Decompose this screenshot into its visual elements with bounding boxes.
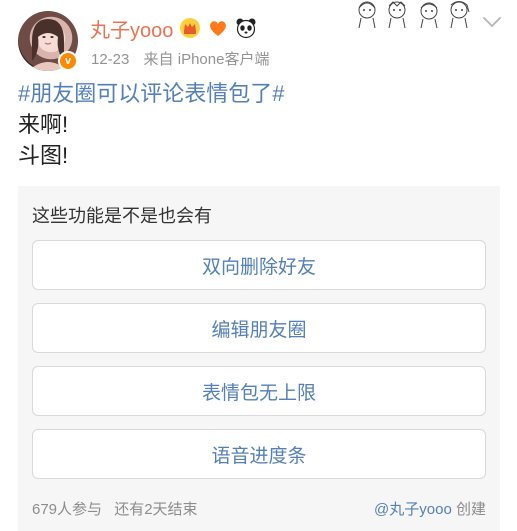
- user-line: 丸子yooo: [90, 14, 257, 42]
- post-line-2: 斗图!: [18, 143, 69, 168]
- poll-card: 这些功能是不是也会有 双向删除好友 编辑朋友圈 表情包无上限 语音进度条 679…: [18, 186, 500, 531]
- poll-time-remaining: 还有2天结束: [114, 501, 198, 518]
- poll-option-1[interactable]: 双向删除好友: [32, 240, 486, 290]
- poll-option-3[interactable]: 表情包无上限: [32, 366, 486, 416]
- avatar-container[interactable]: v: [18, 11, 78, 71]
- username[interactable]: 丸子yooo: [90, 14, 173, 43]
- poll-question: 这些功能是不是也会有: [32, 206, 212, 226]
- poll-creator-link[interactable]: @丸子yooo: [374, 501, 452, 518]
- post-line-1: 来啊!: [18, 112, 69, 137]
- poll-participants: 679人参与: [32, 501, 103, 518]
- poll-option-label: 编辑朋友圈: [211, 319, 307, 341]
- orange-heart-icon[interactable]: [207, 17, 229, 39]
- source-prefix: 来自: [143, 51, 174, 68]
- poll-option-label: 语音进度条: [211, 445, 307, 467]
- poll-creator: @丸子yooo 创建: [374, 498, 486, 519]
- poll-footer: 679人参与 还有2天结束 @丸子yooo 创建: [32, 498, 486, 519]
- poll-option-4[interactable]: 语音进度条: [32, 429, 486, 479]
- hashtag-link[interactable]: #朋友圈可以评论表情包了#: [18, 78, 284, 109]
- poll-option-label: 表情包无上限: [201, 382, 316, 404]
- panda-icon[interactable]: [235, 17, 257, 39]
- poll-option-2[interactable]: 编辑朋友圈: [32, 303, 486, 353]
- source-device[interactable]: iPhone客户端: [178, 51, 270, 68]
- crown-icon[interactable]: [179, 17, 201, 39]
- post-header: v 丸子yooo 12-23 来自 iPhone客户端: [0, 0, 517, 78]
- anime-doodle-decoration: [358, 1, 470, 29]
- poll-creator-suffix: 创建: [455, 501, 486, 518]
- post-meta: 12-23 来自 iPhone客户端: [91, 48, 269, 69]
- chevron-down-icon[interactable]: [480, 12, 504, 32]
- verified-badge-icon: v: [58, 51, 78, 71]
- post-time: 12-23: [91, 51, 130, 68]
- post-body: #朋友圈可以评论表情包了# 来啊! 斗图!: [18, 78, 284, 171]
- poll-option-label: 双向删除好友: [201, 256, 316, 278]
